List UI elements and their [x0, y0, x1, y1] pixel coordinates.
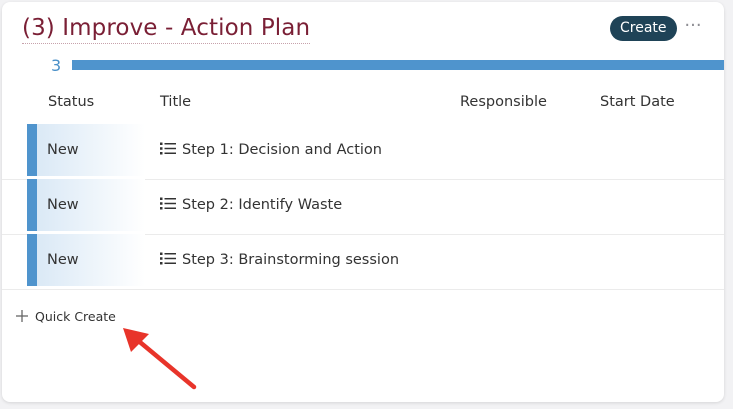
- row-title-text: Step 1: Decision and Action: [182, 142, 382, 158]
- column-header-responsible[interactable]: Responsible: [460, 92, 547, 112]
- column-header-status[interactable]: Status: [48, 92, 94, 112]
- red-arrow-icon: [123, 328, 197, 390]
- panel-title[interactable]: (3) Improve - Action Plan: [22, 14, 311, 44]
- create-button[interactable]: Create: [610, 16, 677, 41]
- table-row[interactable]: New Step 1: Decision and Action: [2, 124, 724, 180]
- plus-icon: [16, 310, 28, 322]
- status-label: New: [47, 142, 79, 158]
- status-color-strip: [27, 179, 37, 231]
- group-progress-fill: [72, 60, 724, 70]
- status-label: New: [47, 197, 79, 213]
- group-progress-bar: [72, 60, 724, 70]
- column-header-title[interactable]: Title: [160, 92, 191, 112]
- row-title-link[interactable]: Step 3: Brainstorming session: [160, 250, 399, 270]
- status-color-strip: [27, 124, 37, 176]
- row-title-link[interactable]: Step 2: Identify Waste: [160, 195, 342, 215]
- row-title-text: Step 2: Identify Waste: [182, 197, 343, 213]
- status-color-strip: [27, 234, 37, 286]
- table-row[interactable]: New Step 3: Brainstorming session: [2, 234, 724, 290]
- row-title-text: Step 3: Brainstorming session: [182, 252, 400, 268]
- column-header-start-date[interactable]: Start Date: [600, 92, 675, 112]
- status-cell: New: [27, 234, 145, 286]
- status-cell: New: [27, 179, 145, 231]
- status-label: New: [47, 252, 79, 268]
- list-icon: [160, 142, 176, 155]
- status-cell: New: [27, 124, 145, 176]
- list-icon: [160, 197, 176, 210]
- row-title-link[interactable]: Step 1: Decision and Action: [160, 140, 382, 160]
- list-icon: [160, 252, 176, 265]
- quick-create-button[interactable]: Quick Create: [15, 308, 116, 326]
- quick-create-label: Quick Create: [35, 309, 116, 324]
- action-plan-panel: (3) Improve - Action Plan Create ··· 3 S…: [2, 2, 724, 402]
- table-row[interactable]: New Step 2: Identify Waste: [2, 179, 724, 235]
- group-count: 3: [51, 56, 62, 75]
- more-options-icon[interactable]: ···: [683, 14, 703, 38]
